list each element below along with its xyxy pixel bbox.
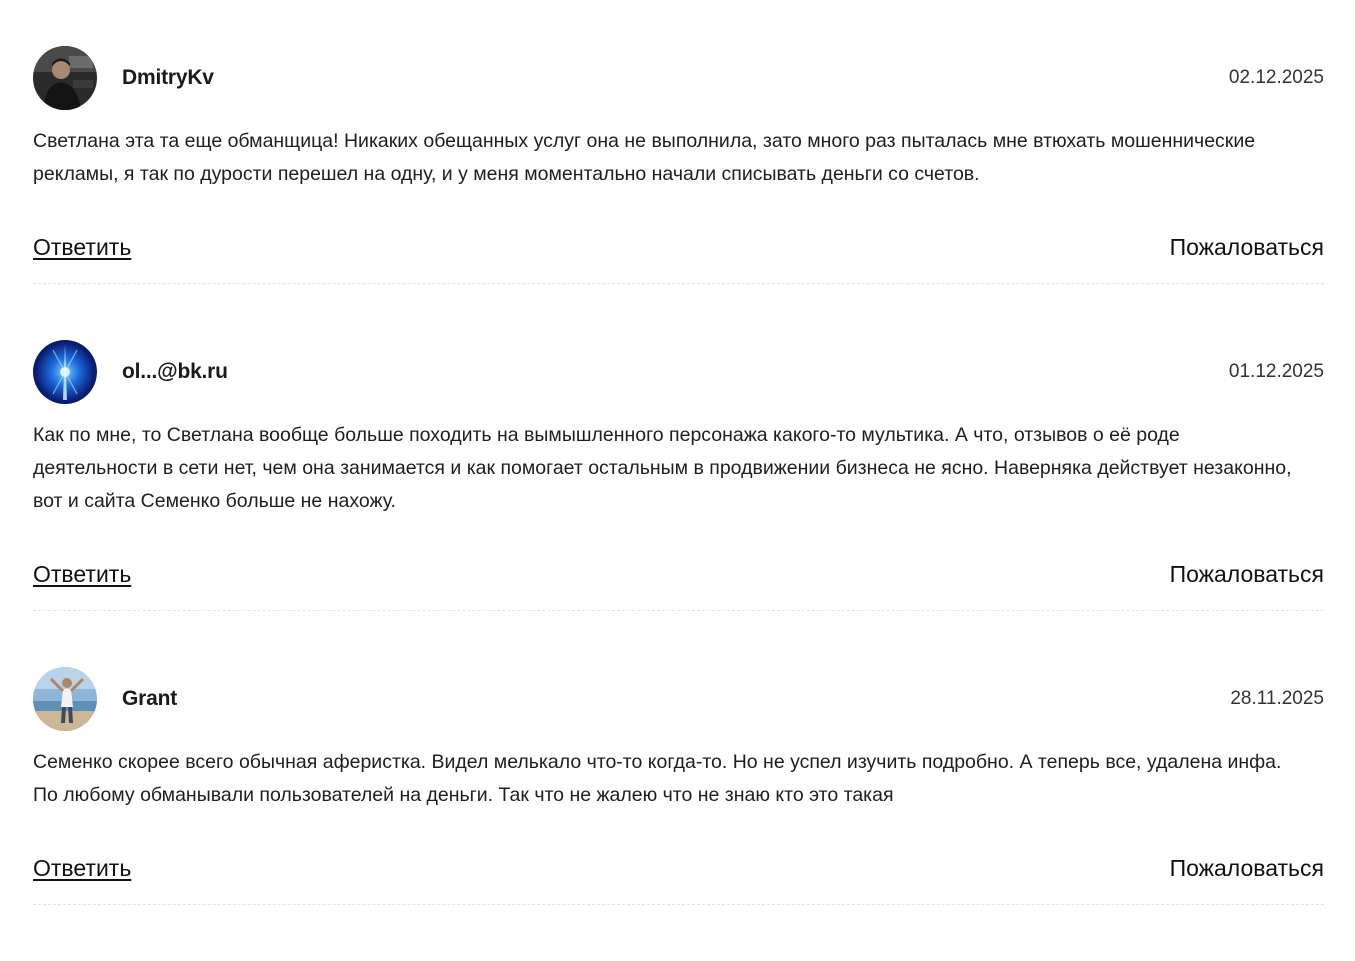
report-button[interactable]: Пожаловаться <box>1170 855 1324 882</box>
abstract-blue-icon <box>33 340 97 404</box>
comment-item: Grant 28.11.2025 Семенко скорее всего об… <box>33 667 1324 905</box>
comment-header: Grant 28.11.2025 <box>33 667 1324 731</box>
comments-list: DmitryKv 02.12.2025 Светлана эта та еще … <box>33 46 1324 961</box>
comment-header: ol...@bk.ru 01.12.2025 <box>33 340 1324 404</box>
avatar[interactable] <box>33 667 97 731</box>
comment-text: Семенко скорее всего обычная аферистка. … <box>33 751 1282 806</box>
comment-actions: Ответить Пожаловаться <box>33 554 1324 594</box>
reply-button[interactable]: Ответить <box>33 234 131 261</box>
username: Grant <box>122 687 178 710</box>
beach-photo-icon <box>33 667 97 731</box>
comment-item: DmitryKv 02.12.2025 Светлана эта та еще … <box>33 46 1324 284</box>
comment-text: Светлана эта та еще обманщица! Никаких о… <box>33 130 1256 185</box>
comment-date: 01.12.2025 <box>1228 361 1324 382</box>
username: ol...@bk.ru <box>122 360 228 383</box>
comment-actions: Ответить Пожаловаться <box>33 848 1324 888</box>
username: DmitryKv <box>122 66 214 89</box>
reply-button[interactable]: Ответить <box>33 855 131 882</box>
comment-date: 02.12.2025 <box>1228 67 1324 88</box>
avatar[interactable] <box>33 46 97 110</box>
report-button[interactable]: Пожаловаться <box>1170 561 1324 588</box>
comment-header: DmitryKv 02.12.2025 <box>33 46 1324 110</box>
avatar[interactable] <box>33 340 97 404</box>
comment-item: ol...@bk.ru 01.12.2025 Как по мне, то Св… <box>33 340 1324 611</box>
reply-button[interactable]: Ответить <box>33 561 131 588</box>
user-photo-icon <box>33 46 97 110</box>
report-button[interactable]: Пожаловаться <box>1170 234 1324 261</box>
comment-date: 28.11.2025 <box>1230 688 1324 709</box>
comment-text: Как по мне, то Светлана вообще больше по… <box>33 424 1292 512</box>
comment-actions: Ответить Пожаловаться <box>33 227 1324 267</box>
